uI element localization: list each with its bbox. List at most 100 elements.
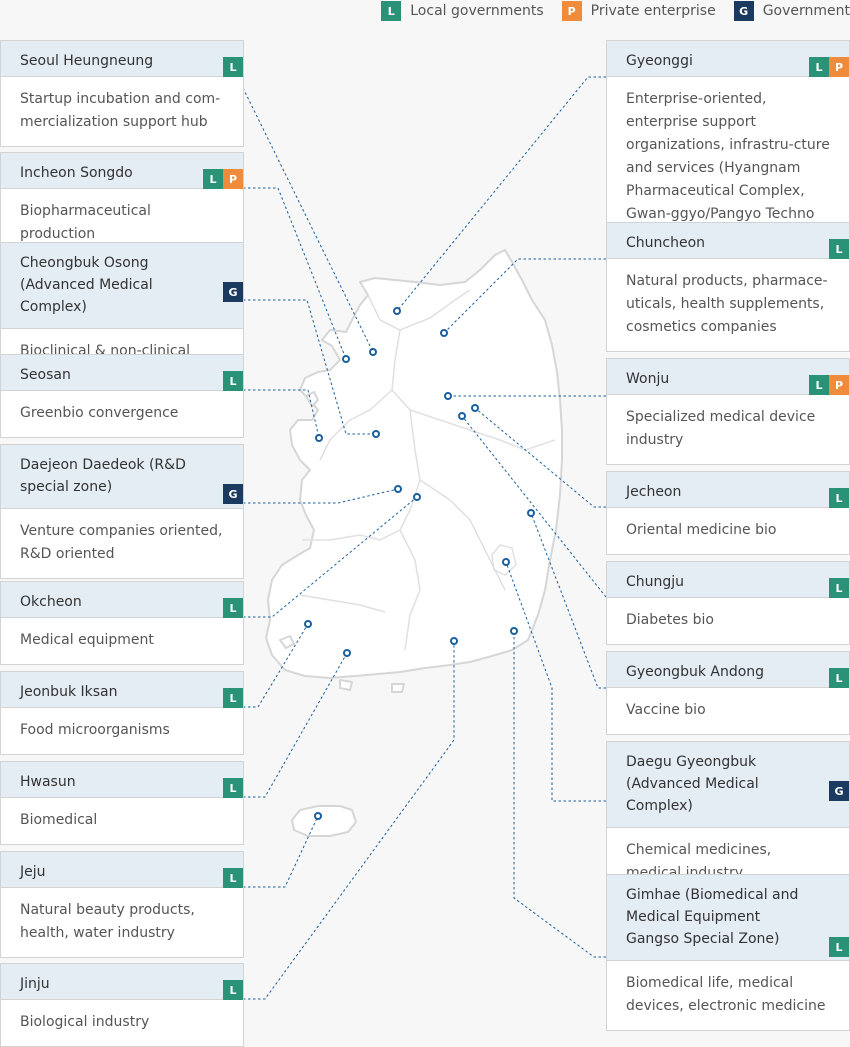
badge-group: L [223,778,243,844]
cluster-description: Greenbio convergence [20,405,179,421]
government-badge: G [829,781,849,801]
local-badge: L [223,778,243,798]
cluster-description: Natural beauty products, health, water i… [20,902,195,941]
location-marker-seoul [369,348,377,356]
badge-group: L [223,57,243,146]
cluster-name: Daejeon Daedeok (R&D special zone) [1,445,243,509]
local-badge: L [223,598,243,618]
cluster-card-seosan: Seosan L Greenbio convergence [0,354,244,438]
cluster-card-seoul: Seoul Heungneung L Startup incubation an… [0,40,244,147]
cluster-name: Jeonbuk Iksan [1,672,243,708]
cluster-name: Chuncheon [607,223,849,259]
location-marker-jecheon [471,404,479,412]
island-shape [339,679,353,691]
location-marker-jinju [450,637,458,645]
mainland-shape [265,249,563,679]
cluster-name: Seosan [1,355,243,391]
cluster-card-okcheon: Okcheon L Medical equipment [0,581,244,665]
island-shape [391,683,405,693]
location-marker-gimhae [510,627,518,635]
cluster-name: Okcheon [1,582,243,618]
local-badge: L [829,668,849,688]
leader-line-gimhae [513,631,606,958]
cluster-card-chuncheon: Chuncheon L Natural products, pharmace-u… [606,222,850,352]
government-badge: G [223,282,243,302]
location-marker-chungju [458,412,466,420]
location-marker-daedeok [394,485,402,493]
badge-group: L [829,668,849,734]
local-badge: L [809,57,829,77]
cluster-name: Seoul Heungneung [1,41,243,77]
cluster-description: Biological industry [20,1014,150,1030]
cluster-description: Medical equipment [20,632,154,648]
badge-group: L [223,868,243,957]
location-marker-incheon [342,355,350,363]
cluster-card-andong: Gyeongbuk Andong L Vaccine bio [606,651,850,735]
local-badge: L [829,239,849,259]
private-badge: P [223,169,243,189]
cluster-description: Diabetes bio [626,612,714,628]
cluster-card-jinju: Jinju L Biological industry [0,963,244,1047]
cluster-description: Biomedical [20,812,98,828]
cluster-card-daedeok: Daejeon Daedeok (R&D special zone) G Ven… [0,444,244,579]
location-marker-osong [372,430,380,438]
cluster-name: Jeju [1,852,243,888]
location-marker-seosan [315,434,323,442]
local-badge: L [809,375,829,395]
location-marker-andong [527,509,535,517]
cluster-card-jeju: Jeju L Natural beauty products, health, … [0,851,244,958]
location-marker-chuncheon [440,329,448,337]
badge-group: L [829,239,849,351]
cluster-description: Biomedical life, medical devices, electr… [626,975,826,1014]
leader-line-seoul [242,87,374,353]
cluster-description: Natural products, pharmace-uticals, heal… [626,273,828,335]
cluster-card-hwasun: Hwasun L Biomedical [0,761,244,845]
cluster-name: Jecheon [607,472,849,508]
location-marker-okcheon [413,493,421,501]
cluster-card-wonju: Wonju L P Specialized medical device ind… [606,358,850,465]
cluster-name: Daegu Gyeongbuk (Advanced Medical Comple… [607,742,849,828]
private-badge: P [829,375,849,395]
cluster-name: Chungju [607,562,849,598]
cluster-card-chungju: Chungju L Diabetes bio [606,561,850,645]
government-badge: G [223,484,243,504]
private-badge: P [829,57,849,77]
local-badge: L [829,488,849,508]
local-badge: L [223,371,243,391]
cluster-name: Gyeongbuk Andong [607,652,849,688]
cluster-description: Oriental medicine bio [626,522,777,538]
badge-group: L [223,688,243,754]
badge-group: L [829,488,849,554]
cluster-name: Hwasun [1,762,243,798]
badge-group: L [829,937,849,1030]
cluster-description: Vaccine bio [626,702,706,718]
location-marker-iksan [304,620,312,628]
location-marker-daegu [502,558,510,566]
badge-group: L [223,980,243,1046]
cluster-name: Cheongbuk Osong (Advanced Medical Comple… [1,243,243,329]
cluster-card-jecheon: Jecheon L Oriental medicine bio [606,471,850,555]
local-badge: L [223,688,243,708]
location-marker-wonju [444,392,452,400]
location-marker-gyeonggi [393,307,401,315]
local-badge: L [223,980,243,1000]
location-marker-jeju [314,812,322,820]
local-badge: L [829,937,849,957]
local-badge: L [223,868,243,888]
location-marker-hwasun [343,649,351,657]
local-badge: L [223,57,243,77]
badge-group: G [223,484,243,578]
cluster-description: Startup incubation and com-mercializatio… [20,91,221,130]
badge-group: L [223,371,243,437]
badge-group: L [829,578,849,644]
jeju-island-shape [291,805,357,837]
local-badge: L [203,169,223,189]
cluster-card-iksan: Jeonbuk Iksan L Food microorganisms [0,671,244,755]
badge-group: L [223,598,243,664]
cluster-description: Food microorganisms [20,722,170,738]
cluster-card-gimhae: Gimhae (Biomedical and Medical Equipment… [606,874,850,1031]
cluster-description: Venture companies oriented, R&D oriented [20,523,223,562]
local-badge: L [829,578,849,598]
cluster-name: Gimhae (Biomedical and Medical Equipment… [607,875,849,961]
cluster-name: Jinju [1,964,243,1000]
